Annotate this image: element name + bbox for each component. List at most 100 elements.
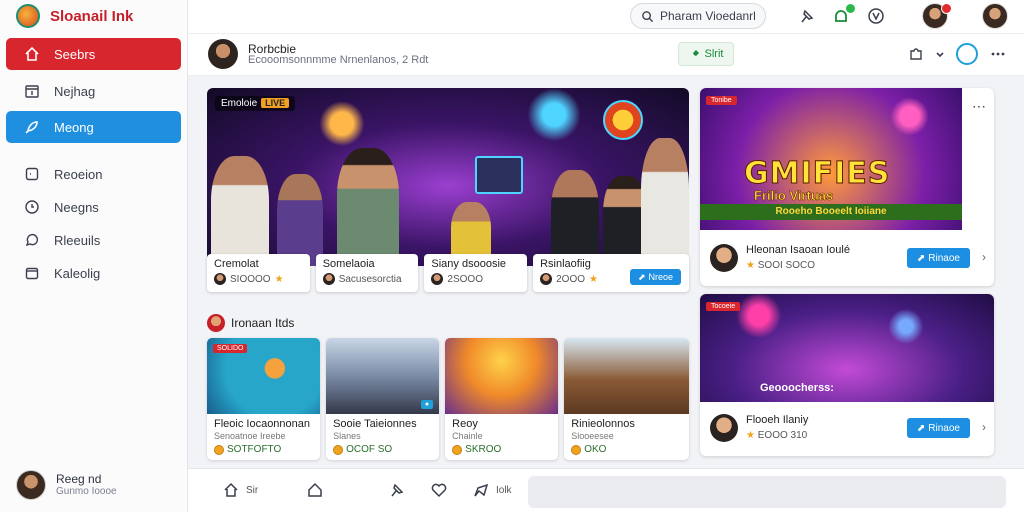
card-meta: 2SOOO: [431, 273, 520, 285]
notification-icon[interactable]: [830, 3, 856, 27]
card-action-button[interactable]: ⬈ Nreoe: [629, 269, 682, 285]
person-figure: [337, 148, 399, 266]
user-profile[interactable]: Reeg nd Gunmo Ioooe: [16, 470, 117, 500]
brand[interactable]: Sloanail Ink: [0, 0, 187, 32]
chevron-down-icon[interactable]: [930, 44, 950, 64]
card-title: Hleonan Isaoan Ioulé: [746, 244, 850, 256]
card-footer: Flooeh Ilaniy ★ EOOO 310 ⬈ Rinaoe ›: [700, 404, 994, 456]
list-item[interactable]: Rsinlaofiig 2OOO ★ ⬈ Nreoe: [533, 254, 690, 292]
card-tag: Tocoeie: [706, 302, 741, 311]
promo-card[interactable]: Tonibe GMIFIES Frilio Virtuas Rooeho Boo…: [700, 88, 994, 286]
card-meta: SOTFOFTO: [207, 441, 320, 455]
like-button[interactable]: [430, 481, 448, 499]
folder-icon: [25, 267, 39, 280]
card-action-button[interactable]: ⬈ Rinaoe: [906, 418, 970, 438]
sidebar-item-neegns[interactable]: Neegns: [6, 194, 181, 220]
sidebar-item-nejhag[interactable]: Nejhag: [6, 78, 181, 104]
hero-tag: Emoloie LIVE: [215, 96, 296, 111]
card-meta-value: OKO: [584, 444, 607, 455]
sidebar-item-reoeion[interactable]: Reoeion: [6, 161, 181, 187]
main-feed: Emoloie LIVE Cremolat SIOOOO ★ Somelaoia S…: [207, 88, 690, 292]
right-column: Tonibe GMIFIES Frilio Virtuas Rooeho Boo…: [700, 88, 994, 456]
avatar: [710, 414, 738, 442]
card-subtitle: Slanes: [333, 431, 361, 441]
list-item[interactable]: Somelaoia Sacusesorctia: [315, 254, 419, 292]
card-meta-value: EOOO 310: [757, 430, 808, 441]
refresh-icon[interactable]: [956, 43, 978, 65]
pin-icon: ⬈: [637, 271, 646, 282]
hero-tag-label: Emoloie: [221, 98, 258, 109]
card-meta: SIOOOO ★: [214, 273, 303, 285]
card-thumbnail: Tocoeie Geooocherss:: [700, 294, 994, 402]
list-item[interactable]: Siany dsooosie 2SOOO: [424, 254, 528, 292]
sidebar-item-rleeuils[interactable]: Rleeuils: [6, 227, 181, 253]
list-item[interactable]: SOLIDO Fleoic Iocaonnonan Senoatnoe Iree…: [207, 338, 321, 460]
avatar[interactable]: [982, 3, 1008, 29]
card-subtitle: Slooeesee: [571, 431, 614, 441]
card-action-button[interactable]: ⬈ Rinaoe: [906, 248, 970, 268]
card-meta-value: SIOOOO: [230, 273, 271, 285]
list-item[interactable]: ● Sooie Taieionnes Slanes OCOF SO: [326, 338, 440, 460]
promo-card[interactable]: Tocoeie Geooocherss: Flooeh Ilaniy ★ EOO…: [700, 294, 994, 456]
puzzle-icon[interactable]: [906, 44, 926, 64]
search-box[interactable]: Pharam Vioedanrl: [630, 3, 766, 29]
sidebar-item-label: Seebrs: [54, 46, 96, 62]
card-meta: ★ SOOI SOCO: [746, 260, 815, 271]
hero-image[interactable]: Emoloie LIVE: [207, 88, 689, 266]
person-figure: [641, 138, 689, 266]
card-footer: Hleonan Isaoan Ioulé ★ SOOI SOCO ⬈ Rinaoe…: [700, 234, 994, 286]
list-item[interactable]: Cremolat SIOOOO ★: [207, 254, 310, 292]
card-title: Reoy: [452, 418, 478, 430]
promo-title: GMIFIES: [743, 156, 891, 192]
card-meta: ★ EOOO 310: [746, 430, 807, 441]
avatar[interactable]: [922, 3, 952, 29]
house-button[interactable]: [306, 481, 324, 499]
avatar[interactable]: [208, 39, 238, 69]
section-avatar-icon: [207, 314, 225, 332]
nav-separator: [0, 151, 187, 161]
card-meta-value: SOOI SOCO: [757, 260, 815, 271]
sidebar: Sloanail Ink Seebrs Nejhag Meong Reoeion…: [0, 0, 188, 512]
live-badge: LIVE: [261, 98, 290, 108]
home-button[interactable]: Sir: [222, 481, 258, 499]
comment-input[interactable]: [528, 476, 1006, 508]
sidebar-item-meong[interactable]: Meong: [6, 111, 181, 143]
card-meta: OKO: [564, 441, 689, 455]
brand-name: Sloanail Ink: [50, 7, 134, 25]
sidebar-item-seebrs[interactable]: Seebrs: [6, 38, 181, 70]
more-icon[interactable]: ⋯: [972, 98, 986, 115]
person-figure: [211, 156, 269, 266]
list-item[interactable]: Reoy Chainle SKROO: [445, 338, 559, 460]
card-title: Cremolat: [214, 258, 259, 270]
sidebar-item-label: Rleeuils: [54, 232, 101, 248]
pin-icon[interactable]: [796, 5, 818, 27]
avatar: [431, 273, 444, 285]
person-figure: [551, 170, 599, 266]
share-icon: [474, 483, 489, 497]
card-tag: SOLIDO: [213, 344, 248, 353]
avatar: [322, 273, 335, 285]
card-thumbnail: [564, 338, 689, 414]
pin-icon: ⬈: [916, 252, 926, 264]
share-button[interactable]: Iolk: [472, 481, 512, 499]
section-title: Ironaan Itds: [231, 316, 295, 330]
brand-logo: [16, 4, 40, 28]
start-button[interactable]: Slrit: [678, 42, 734, 66]
list-item[interactable]: Rinieolonnos Slooeesee OKO: [564, 338, 689, 460]
button-label: Rinaoe: [928, 252, 960, 264]
card-thumbnail: Tonibe GMIFIES Frilio Virtuas Rooeho Boo…: [700, 88, 962, 230]
section-header: Ironaan Itds: [207, 314, 294, 332]
globe-icon[interactable]: [865, 5, 887, 27]
avatar: [16, 470, 46, 500]
card-subtitle: Chainle: [452, 431, 483, 441]
card-meta: OCOF SO: [326, 441, 439, 455]
house-icon: [308, 482, 322, 497]
sidebar-item-kaleolig[interactable]: Kaleolig: [6, 260, 181, 286]
card-title: Fleoic Iocaonnonan: [214, 418, 311, 430]
chevron-right-icon[interactable]: ›: [982, 420, 986, 434]
more-icon[interactable]: [988, 44, 1008, 64]
chevron-right-icon[interactable]: ›: [982, 250, 986, 264]
pin-button[interactable]: [388, 481, 406, 499]
card-meta: Sacusesorctia: [322, 273, 412, 285]
hero-cards: Cremolat SIOOOO ★ Somelaoia Sacusesorctia…: [207, 254, 690, 292]
